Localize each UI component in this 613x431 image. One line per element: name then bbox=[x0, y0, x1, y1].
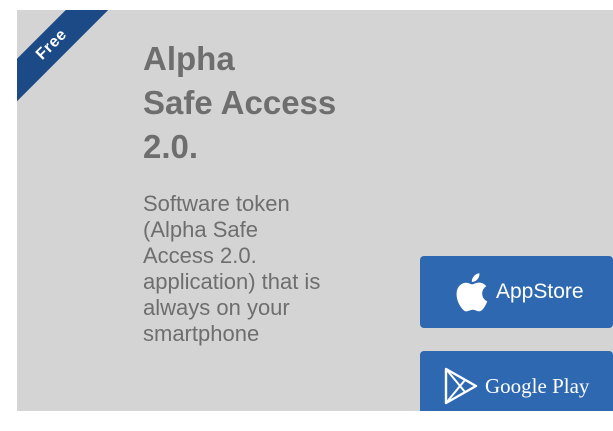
google-play-icon bbox=[444, 367, 478, 405]
googleplay-label: Google Play bbox=[485, 373, 590, 398]
app-title-line: 2.0. bbox=[143, 128, 199, 165]
googleplay-button[interactable]: Google Play bbox=[420, 351, 613, 411]
app-description-line: smartphone bbox=[143, 321, 260, 346]
app-description-line: (Alpha Safe bbox=[143, 217, 258, 242]
appstore-button[interactable]: AppStore bbox=[420, 256, 613, 328]
free-badge-label: Free bbox=[32, 25, 71, 64]
app-title: Alpha Safe Access 2.0. bbox=[143, 37, 443, 169]
app-description-line: Software token bbox=[143, 191, 290, 216]
app-title-line: Alpha bbox=[143, 40, 235, 77]
app-title-line: Safe Access bbox=[143, 84, 337, 121]
app-promo-card: Free Alpha Safe Access 2.0. Software tok… bbox=[17, 10, 613, 411]
app-description-line: Access 2.0. bbox=[143, 243, 257, 268]
app-description: Software token (Alpha Safe Access 2.0. a… bbox=[143, 191, 408, 347]
apple-icon bbox=[456, 273, 488, 312]
app-description-line: always on your bbox=[143, 295, 290, 320]
appstore-label: AppStore bbox=[496, 280, 584, 303]
free-badge: Free bbox=[17, 10, 109, 102]
app-description-line: application) that is bbox=[143, 269, 321, 294]
